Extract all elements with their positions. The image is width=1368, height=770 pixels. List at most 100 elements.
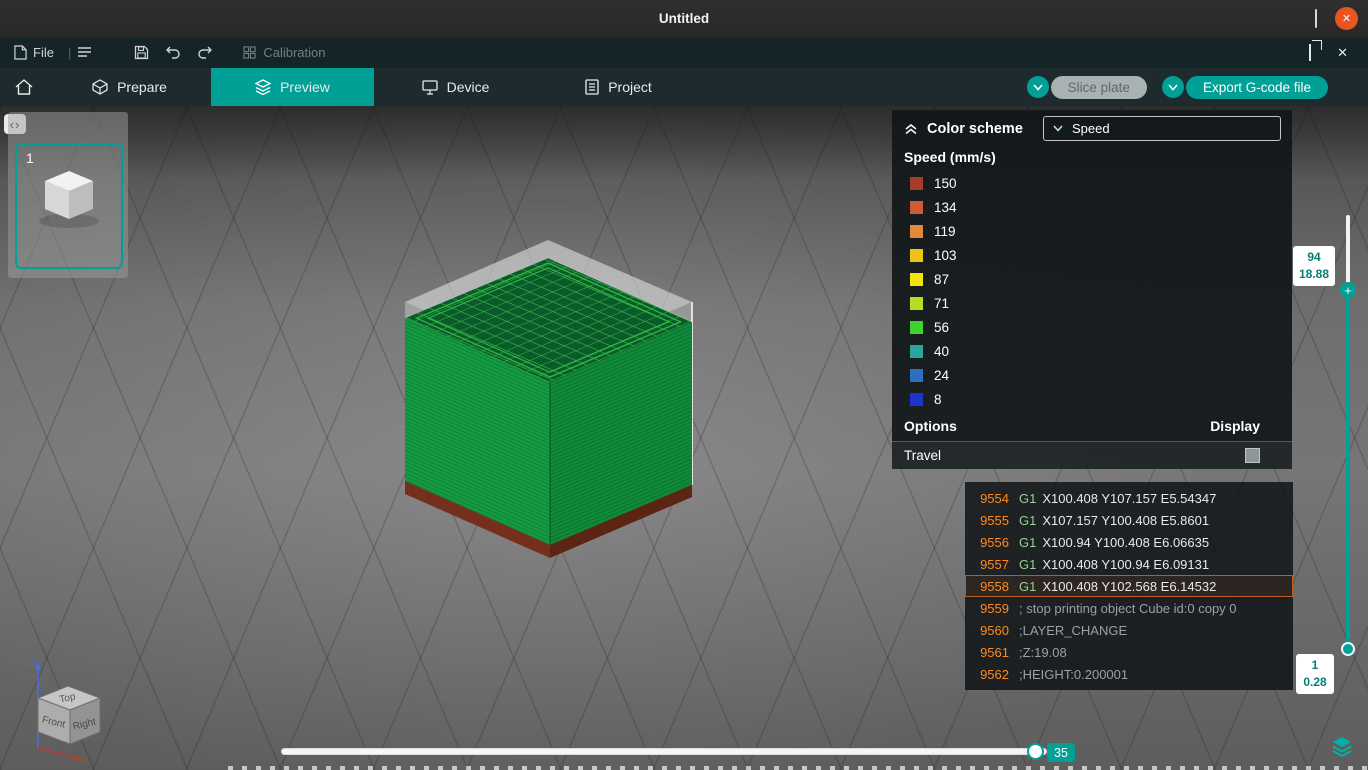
app-window: Untitled ✕ File | Calibration ✕ Prepare … bbox=[0, 0, 1368, 770]
travel-checkbox[interactable] bbox=[1245, 448, 1260, 463]
legend-item: 119 bbox=[892, 219, 1292, 243]
calibration-grid-icon bbox=[243, 46, 256, 59]
legend-item: 134 bbox=[892, 195, 1292, 219]
tab-preview-label: Preview bbox=[280, 79, 330, 95]
slice-plate-label: Slice plate bbox=[1067, 79, 1130, 95]
gcode-line[interactable]: 9554 G1 X100.408 Y107.157 E5.54347 bbox=[965, 487, 1293, 509]
color-swatch bbox=[910, 320, 923, 334]
color-swatch bbox=[910, 368, 923, 382]
top-layer-height: 18.88 bbox=[1298, 266, 1330, 281]
gcode-line[interactable]: 9555 G1 X107.157 Y100.408 E5.8601 bbox=[965, 509, 1293, 531]
preview-icon bbox=[255, 79, 272, 95]
notes-button[interactable] bbox=[77, 46, 92, 59]
app-close-button[interactable]: ✕ bbox=[1337, 45, 1348, 61]
tab-device-label: Device bbox=[446, 79, 490, 95]
undo-icon bbox=[166, 46, 181, 59]
save-button[interactable] bbox=[134, 45, 149, 60]
gcode-args: X100.94 Y100.408 E6.06635 bbox=[1042, 534, 1210, 550]
options-label: Options bbox=[904, 418, 957, 434]
moves-slider-track[interactable] bbox=[281, 748, 1047, 755]
prepare-icon bbox=[92, 79, 108, 95]
legend-item: 150 bbox=[892, 171, 1292, 195]
moves-slider-handle[interactable] bbox=[1027, 743, 1044, 760]
gcode-line[interactable]: 9560 ;LAYER_CHANGE bbox=[965, 619, 1293, 641]
gcode-line[interactable]: 9562 ;HEIGHT:0.200001 bbox=[965, 663, 1293, 685]
layers-view-button[interactable] bbox=[1330, 734, 1354, 758]
gcode-line-number: 9561 bbox=[980, 644, 1009, 660]
project-icon bbox=[585, 79, 599, 95]
bottom-layer-value: 1 bbox=[1311, 658, 1319, 672]
os-maximize-button[interactable] bbox=[1315, 8, 1317, 28]
gcode-line[interactable]: 9557 G1 X100.408 Y100.94 E6.09131 bbox=[965, 553, 1293, 575]
slice-options-chevron[interactable] bbox=[1026, 76, 1049, 98]
plate-thumbnail-panel[interactable]: 1 bbox=[8, 112, 128, 278]
close-icon: ✕ bbox=[1341, 13, 1352, 25]
gcode-line-number: 9558 bbox=[980, 578, 1009, 594]
travel-row: Travel bbox=[892, 441, 1292, 469]
color-scheme-dropdown[interactable]: Speed bbox=[1043, 116, 1281, 141]
display-label: Display bbox=[1210, 418, 1260, 434]
app-restore-button[interactable] bbox=[1309, 44, 1312, 61]
color-swatch bbox=[910, 296, 923, 310]
maximize-icon bbox=[1315, 8, 1317, 28]
color-swatch bbox=[910, 224, 923, 238]
plate-1-thumbnail[interactable]: 1 bbox=[15, 143, 123, 269]
tab-device[interactable]: Device bbox=[374, 68, 537, 106]
close-icon: ✕ bbox=[1337, 44, 1348, 60]
tab-project[interactable]: Project bbox=[537, 68, 700, 106]
legend-item: 40 bbox=[892, 339, 1292, 363]
calibration-button[interactable]: Calibration bbox=[243, 45, 326, 60]
gcode-line[interactable]: 9556 G1 X100.94 Y100.408 E6.06635 bbox=[965, 531, 1293, 553]
chevron-down-icon bbox=[1033, 83, 1043, 91]
gcode-panel: 9554 G1 X100.408 Y107.157 E5.54347 9555 G1 X1… bbox=[965, 482, 1293, 690]
export-options-chevron[interactable] bbox=[1161, 76, 1184, 98]
file-menu[interactable]: File bbox=[14, 45, 54, 60]
gcode-comment: ; stop printing object Cube id:0 copy 0 bbox=[1019, 600, 1237, 616]
color-swatch bbox=[910, 176, 923, 190]
travel-label: Travel bbox=[904, 448, 942, 463]
x-axis-label: x bbox=[74, 753, 80, 764]
color-swatch bbox=[910, 248, 923, 262]
gcode-line[interactable]: 9558 G1 X100.408 Y102.568 E6.14532 bbox=[965, 575, 1293, 597]
layers-icon bbox=[1332, 737, 1352, 758]
home-button[interactable] bbox=[0, 68, 48, 106]
color-swatch bbox=[910, 344, 923, 358]
legend-item-label: 150 bbox=[934, 175, 957, 191]
gcode-line-number: 9555 bbox=[980, 512, 1009, 528]
gcode-command: G1 bbox=[1019, 556, 1037, 572]
gcode-command: G1 bbox=[1019, 490, 1037, 506]
gcode-comment: ;Z:19.08 bbox=[1019, 644, 1067, 660]
app-menubar: File | Calibration ✕ bbox=[0, 37, 1368, 68]
export-gcode-button[interactable]: Export G-code file bbox=[1185, 75, 1328, 99]
orientation-cube[interactable]: Top Front Right z x bbox=[12, 652, 112, 764]
os-close-button[interactable]: ✕ bbox=[1335, 7, 1358, 30]
legend-section-title: Speed (mm/s) bbox=[904, 149, 996, 165]
tab-prepare[interactable]: Prepare bbox=[48, 68, 211, 106]
gcode-line-number: 9554 bbox=[980, 490, 1009, 506]
layer-slider-bottom-handle[interactable] bbox=[1341, 642, 1355, 656]
gcode-command: G1 bbox=[1019, 578, 1037, 594]
slice-plate-button[interactable]: Slice plate bbox=[1050, 75, 1147, 99]
color-scheme-title: Color scheme bbox=[927, 120, 1023, 137]
tab-project-label: Project bbox=[608, 79, 652, 95]
legend-item: 8 bbox=[892, 387, 1292, 411]
tab-prepare-label: Prepare bbox=[117, 79, 167, 95]
tab-preview[interactable]: Preview bbox=[211, 68, 374, 106]
layer-slider-top-handle[interactable]: + bbox=[1340, 282, 1356, 298]
restore-icon bbox=[1309, 44, 1312, 61]
collapse-chevrons-icon[interactable] bbox=[904, 123, 918, 135]
undo-button[interactable] bbox=[165, 46, 181, 60]
3d-viewport[interactable]: ‹› 1 Color scheme Speed bbox=[0, 106, 1368, 770]
plate-cube-icon bbox=[39, 171, 99, 228]
legend-item-label: 71 bbox=[934, 295, 950, 311]
gcode-line[interactable]: 9559 ; stop printing object Cube id:0 cop… bbox=[965, 597, 1293, 619]
device-icon bbox=[421, 79, 438, 95]
legend-item-label: 87 bbox=[934, 271, 950, 287]
gcode-command: G1 bbox=[1019, 534, 1037, 550]
gcode-args: X100.408 Y100.94 E6.09131 bbox=[1042, 556, 1210, 572]
gcode-line-number: 9560 bbox=[980, 622, 1009, 638]
redo-button[interactable] bbox=[197, 46, 213, 60]
os-titlebar[interactable]: Untitled ✕ bbox=[0, 0, 1368, 38]
gcode-line[interactable]: 9561 ;Z:19.08 bbox=[965, 641, 1293, 663]
main-tabbar: Prepare Preview Device Project Slice pla… bbox=[0, 68, 1368, 106]
